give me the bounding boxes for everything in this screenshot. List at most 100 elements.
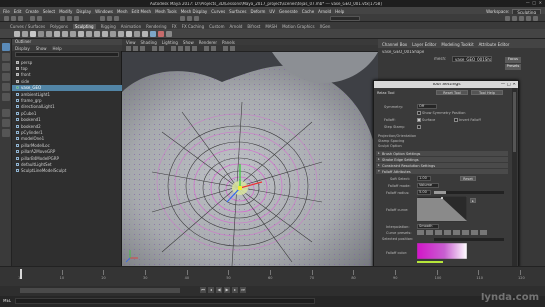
menu-edit[interactable]: Edit	[14, 9, 22, 14]
viewport-menu-lighting[interactable]: Lighting	[162, 40, 178, 45]
imprint-tool-icon[interactable]	[86, 31, 92, 37]
shelf-tab-fx[interactable]: FX	[172, 24, 177, 29]
wax-tool-icon[interactable]	[94, 31, 100, 37]
curve-expand-icon[interactable]: ▸	[470, 198, 476, 203]
falloff-reset-button[interactable]: Reset	[460, 176, 476, 181]
shelf-tab-custom[interactable]: Custom	[209, 24, 224, 29]
shelf-tab-curves-surfaces[interactable]: Curves / Surfaces	[10, 24, 45, 29]
snap-curve-icon[interactable]	[107, 15, 112, 21]
shelf-tab-polygons[interactable]: Polygons	[50, 24, 68, 29]
time-slider[interactable]: 1102030405060708090100110120	[0, 266, 545, 286]
menu-help[interactable]: Help	[335, 9, 344, 14]
tool-settings-titlebar[interactable]: Tool Settings — □ ✕	[374, 81, 518, 88]
spray-tool-icon[interactable]	[70, 31, 76, 37]
show-symmetry-checkbox[interactable]	[417, 111, 421, 115]
outliner-item[interactable]: SculptLineModelSculpt	[12, 168, 122, 174]
menu-select[interactable]: Select	[43, 9, 55, 14]
tool-help-button[interactable]: Tool Help	[471, 90, 503, 95]
menu-mesh-tools[interactable]: Mesh Tools	[155, 9, 177, 14]
relax-tool-icon[interactable]	[30, 31, 36, 37]
viewport-menu-renderer[interactable]: Renderer	[199, 40, 217, 45]
bookmarks-icon[interactable]	[133, 46, 138, 51]
tab-modeling-toolkit[interactable]: Modeling Toolkit	[441, 42, 473, 47]
symmetry-dropdown[interactable]: Off	[417, 104, 437, 109]
save-scene-icon[interactable]	[18, 15, 23, 21]
go-to-start-icon[interactable]: ⏮	[200, 287, 206, 293]
current-time-marker[interactable]	[20, 269, 22, 279]
menu-surfaces[interactable]: Surfaces	[229, 9, 246, 14]
shelf-tab-fx-caching[interactable]: FX Caching	[182, 24, 204, 29]
mel-label[interactable]: MEL	[3, 299, 11, 303]
viewport-menu-panels[interactable]: Panels	[222, 40, 235, 45]
pinch-tool-icon[interactable]	[46, 31, 52, 37]
shelf-tab-animation[interactable]: Animation	[121, 24, 141, 29]
sculpt-tool-icon[interactable]	[14, 31, 20, 37]
tool-settings-scrollbar[interactable]	[512, 88, 517, 267]
menu-file[interactable]: File	[3, 9, 10, 14]
scale-tool-icon[interactable]	[2, 93, 10, 101]
attribute-editor-toggle-icon[interactable]	[519, 15, 524, 21]
shelf-tab-rigging[interactable]: Rigging	[101, 24, 116, 29]
fill-tool-icon[interactable]	[110, 31, 116, 37]
channel-box-toggle-icon[interactable]	[533, 15, 538, 21]
menu-windows[interactable]: Windows	[95, 9, 113, 14]
outliner-menu-help[interactable]: Help	[53, 46, 62, 51]
paint-select-tool-icon[interactable]	[2, 63, 10, 71]
step-stamp-checkbox[interactable]	[417, 125, 421, 129]
render-icon[interactable]	[180, 15, 185, 21]
viewport-canvas[interactable]	[122, 52, 378, 266]
tab-channel-box[interactable]: Channel Box	[382, 42, 407, 47]
move-tool-icon[interactable]	[2, 73, 10, 81]
falloff-curve-graph[interactable]	[417, 196, 467, 222]
section-stroke-settings[interactable]: Stroke Edge Settings	[376, 157, 508, 162]
textured-icon[interactable]	[185, 46, 190, 51]
focus-button[interactable]: Focus	[505, 57, 521, 63]
lighting-icon[interactable]	[192, 46, 197, 51]
command-input[interactable]	[15, 298, 315, 304]
shelf-tab-arnold[interactable]: Arnold	[229, 24, 242, 29]
falloff-mode-dropdown[interactable]: Volume	[417, 183, 439, 188]
knife-tool-icon[interactable]	[118, 31, 124, 37]
range-slider[interactable]: ⏮ ◂ ◀ ▶ ▸ ⏭	[0, 286, 545, 296]
falloff-color-swatch[interactable]	[417, 261, 443, 263]
flatten-tool-icon[interactable]	[54, 31, 60, 37]
curve-preset-icons[interactable]	[417, 230, 497, 235]
step-forward-icon[interactable]: ▸	[232, 287, 238, 293]
freeze-tool-icon[interactable]	[150, 31, 156, 37]
menu-edit-mesh[interactable]: Edit Mesh	[132, 9, 152, 14]
viewport-menu-shading[interactable]: Shading	[141, 40, 157, 45]
menu-uv[interactable]: UV	[269, 9, 275, 14]
shadows-icon[interactable]	[204, 46, 209, 51]
selected-position-slider[interactable]	[434, 238, 504, 241]
section-constraint-settings[interactable]: Constraint Resolution Settings	[376, 163, 508, 168]
ambient-occlusion-icon[interactable]	[211, 46, 216, 51]
viewport-panel[interactable]: View Shading Lighting Show Renderer Panels	[122, 39, 378, 266]
outliner-menu-display[interactable]: Display	[15, 46, 30, 51]
section-brush-settings[interactable]: Brush Option Settings	[376, 151, 508, 156]
single-view-layout-icon[interactable]	[2, 109, 10, 117]
lasso-tool-icon[interactable]	[2, 53, 10, 61]
shelf-tab-rendering[interactable]: Rendering	[146, 24, 166, 29]
shelf-tab-sculpting[interactable]: Sculpting	[72, 23, 96, 29]
modeling-toolkit-icon[interactable]	[512, 15, 517, 21]
menu-mesh-display[interactable]: Mesh Display	[181, 9, 208, 14]
node-tab[interactable]: vase_GEO_001Shape	[382, 50, 424, 54]
scrape-tool-icon[interactable]	[102, 31, 108, 37]
smooth-tool-icon[interactable]	[22, 31, 28, 37]
falloff-radius-field[interactable]: 5.00	[417, 190, 431, 195]
outliner-layout-icon[interactable]	[2, 129, 10, 137]
close-button[interactable]: ✕	[539, 1, 542, 5]
smooth-shade-icon[interactable]	[178, 46, 183, 51]
shelf-tab-bifrost[interactable]: Bifrost	[247, 24, 260, 29]
grab-tool-icon[interactable]	[38, 31, 44, 37]
go-to-end-icon[interactable]: ⏭	[240, 287, 246, 293]
render-settings-icon[interactable]	[194, 15, 199, 21]
shelf-tab-motion-graphics[interactable]: Motion Graphics	[282, 24, 315, 29]
select-tool-icon[interactable]	[2, 43, 10, 51]
amplify-tool-icon[interactable]	[142, 31, 148, 37]
ipr-render-icon[interactable]	[187, 15, 192, 21]
minimize-button[interactable]: —	[526, 1, 530, 5]
presets-button[interactable]: Presets	[505, 64, 521, 70]
four-view-layout-icon[interactable]	[2, 119, 10, 127]
repeat-tool-icon[interactable]	[78, 31, 84, 37]
